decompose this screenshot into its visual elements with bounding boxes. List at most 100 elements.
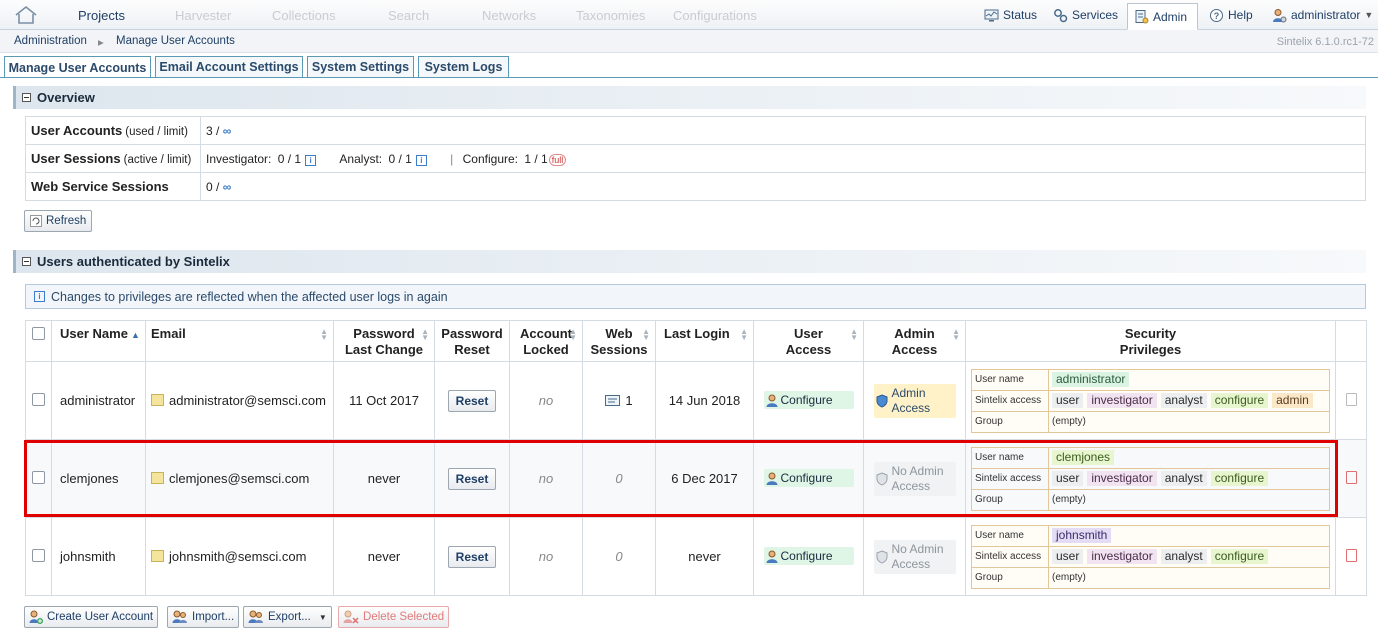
reset-password-button[interactable]: Reset (447, 545, 497, 568)
user-sessions-label: User Sessions (31, 151, 121, 166)
admin-clipboard-icon (1135, 10, 1149, 24)
user-accounts-label: User Accounts (31, 123, 123, 138)
status-button[interactable]: Status (978, 3, 1043, 27)
delete-icon (1345, 392, 1357, 406)
nav-harvester[interactable]: Harvester (175, 8, 231, 23)
nav-projects[interactable]: Projects (78, 8, 125, 23)
admin-access-button[interactable]: No Admin Access (873, 539, 956, 574)
sort-icon: ▲ ▼ (850, 327, 858, 342)
sort-icon: ▲ ▼ (569, 327, 577, 342)
breadcrumb-root[interactable]: Administration (14, 35, 87, 47)
col-password-reset: Password Reset (434, 320, 510, 362)
users-table: User Name ▲ Email ▲ ▼ Password Last Change ▲ ▼… (25, 320, 1367, 596)
analyst-value: 0 / 1 (388, 151, 412, 166)
row-checkbox[interactable] (32, 392, 45, 406)
users-section-header[interactable]: Users authenticated by Sintelix (13, 250, 1366, 273)
collapse-icon[interactable] (22, 93, 31, 102)
row-checkbox[interactable] (32, 470, 45, 484)
col-password-last-change[interactable]: Password Last Change ▲ ▼ (333, 320, 435, 362)
services-button[interactable]: Services (1047, 3, 1124, 27)
col-account-locked[interactable]: Account Locked ▲ ▼ (509, 320, 583, 362)
col-security-privileges: Security Privileges (965, 320, 1336, 362)
col-web-sessions[interactable]: Web Sessions ▲ ▼ (582, 320, 656, 362)
help-button[interactable]: ? Help (1203, 3, 1259, 27)
col-username[interactable]: User Name ▲ (51, 320, 146, 362)
nav-networks[interactable]: Networks (482, 8, 536, 23)
security-privileges-panel: User name clemjones Sintelix access user in… (971, 446, 1330, 511)
row-last-login: never (655, 517, 754, 596)
tab-manage-user-accounts[interactable]: Manage User Accounts (4, 56, 151, 78)
admin-access-button[interactable]: No Admin Access (873, 461, 956, 496)
table-row: johnsmith johnsmith@semsci.com never Res… (25, 517, 1367, 596)
reset-password-button[interactable]: Reset (447, 467, 497, 490)
admin-label: Admin (1153, 9, 1188, 24)
col-admin-access[interactable]: Admin Access ▲ ▼ (863, 320, 966, 362)
admin-button[interactable]: Admin (1127, 3, 1198, 30)
tab-system-logs[interactable]: System Logs (418, 56, 509, 77)
edit-icon[interactable] (151, 550, 164, 562)
reset-password-button[interactable]: Reset (447, 389, 497, 412)
import-label: Import... (192, 611, 235, 623)
web-session-icon[interactable] (605, 395, 621, 406)
overview-header[interactable]: Overview (13, 86, 1366, 109)
status-label: Status (1003, 8, 1038, 22)
user-access-configure-button[interactable]: Configure (763, 469, 854, 488)
delete-icon[interactable] (1345, 548, 1357, 562)
row-account-locked: no (509, 361, 583, 440)
nav-search[interactable]: Search (388, 8, 429, 23)
breadcrumb-current: Manage User Accounts (116, 35, 235, 47)
select-all-checkbox[interactable] (32, 327, 45, 340)
info-icon[interactable]: i (415, 154, 427, 166)
edit-icon[interactable] (151, 394, 164, 406)
chevron-down-icon: ▼ (318, 612, 327, 622)
user-icon (766, 550, 777, 563)
col-last-login[interactable]: Last Login ▲ ▼ (655, 320, 754, 362)
version-label: Sintelix 6.1.0.rc1-72 (1276, 36, 1374, 48)
users-section-title: Users authenticated by Sintelix (37, 254, 230, 269)
investigator-value: 0 / 1 (277, 151, 302, 166)
sort-icon: ▲ ▼ (740, 327, 748, 342)
row-last-login: 6 Dec 2017 (655, 439, 754, 518)
admin-access-button[interactable]: Admin Access (873, 383, 956, 418)
user-access-configure-button[interactable]: Configure (763, 547, 854, 566)
home-icon[interactable] (14, 5, 38, 25)
refresh-button[interactable]: Refresh (24, 210, 93, 232)
top-navigation-bar: Projects Harvester Collections Search Ne… (0, 0, 1378, 30)
username-tag: administrator (1052, 372, 1130, 387)
tab-email-account-settings[interactable]: Email Account Settings (155, 56, 303, 77)
row-username: johnsmith (51, 517, 146, 596)
tab-system-settings[interactable]: System Settings (307, 56, 414, 77)
username-tag: johnsmith (1052, 528, 1112, 543)
nav-collections[interactable]: Collections (272, 8, 336, 23)
user-icon (766, 394, 777, 407)
nav-configurations[interactable]: Configurations (673, 8, 757, 23)
sort-icon: ▲ ▼ (320, 327, 328, 342)
collapse-icon[interactable] (22, 257, 31, 266)
create-user-account-button[interactable]: Create User Account (24, 606, 159, 628)
row-account-locked: no (509, 439, 583, 518)
row-username: administrator (51, 361, 146, 440)
export-button[interactable]: Export... ▼ (243, 606, 332, 628)
row-checkbox[interactable] (32, 548, 45, 562)
col-user-access[interactable]: User Access ▲ ▼ (753, 320, 864, 362)
user-access-configure-button[interactable]: Configure (763, 391, 854, 410)
row-password-last-change: never (333, 517, 435, 596)
shield-disabled-icon (876, 549, 887, 564)
user-menu-button[interactable]: administrator ▼ (1266, 3, 1378, 27)
delete-selected-button[interactable]: Delete Selected (338, 606, 450, 628)
col-email[interactable]: Email ▲ ▼ (145, 320, 334, 362)
overview-table: User Accounts (used / limit) 3 / ∞ User S… (25, 116, 1366, 201)
table-row: administrator administrator@semsci.com 1… (25, 361, 1367, 440)
username-tag: clemjones (1052, 450, 1115, 465)
delete-icon[interactable] (1345, 470, 1357, 484)
infinity-symbol: ∞ (222, 179, 232, 194)
nav-taxonomies[interactable]: Taxonomies (576, 8, 645, 23)
row-email: clemjones@semsci.com (169, 471, 310, 486)
row-web-sessions: 0 (582, 517, 656, 596)
info-icon[interactable]: i (305, 154, 317, 166)
chevron-down-icon: ▼ (1364, 10, 1374, 20)
edit-icon[interactable] (151, 472, 164, 484)
sort-icon: ▲ ▼ (952, 327, 960, 342)
export-label: Export... (268, 611, 311, 623)
import-button[interactable]: Import... (167, 606, 240, 628)
